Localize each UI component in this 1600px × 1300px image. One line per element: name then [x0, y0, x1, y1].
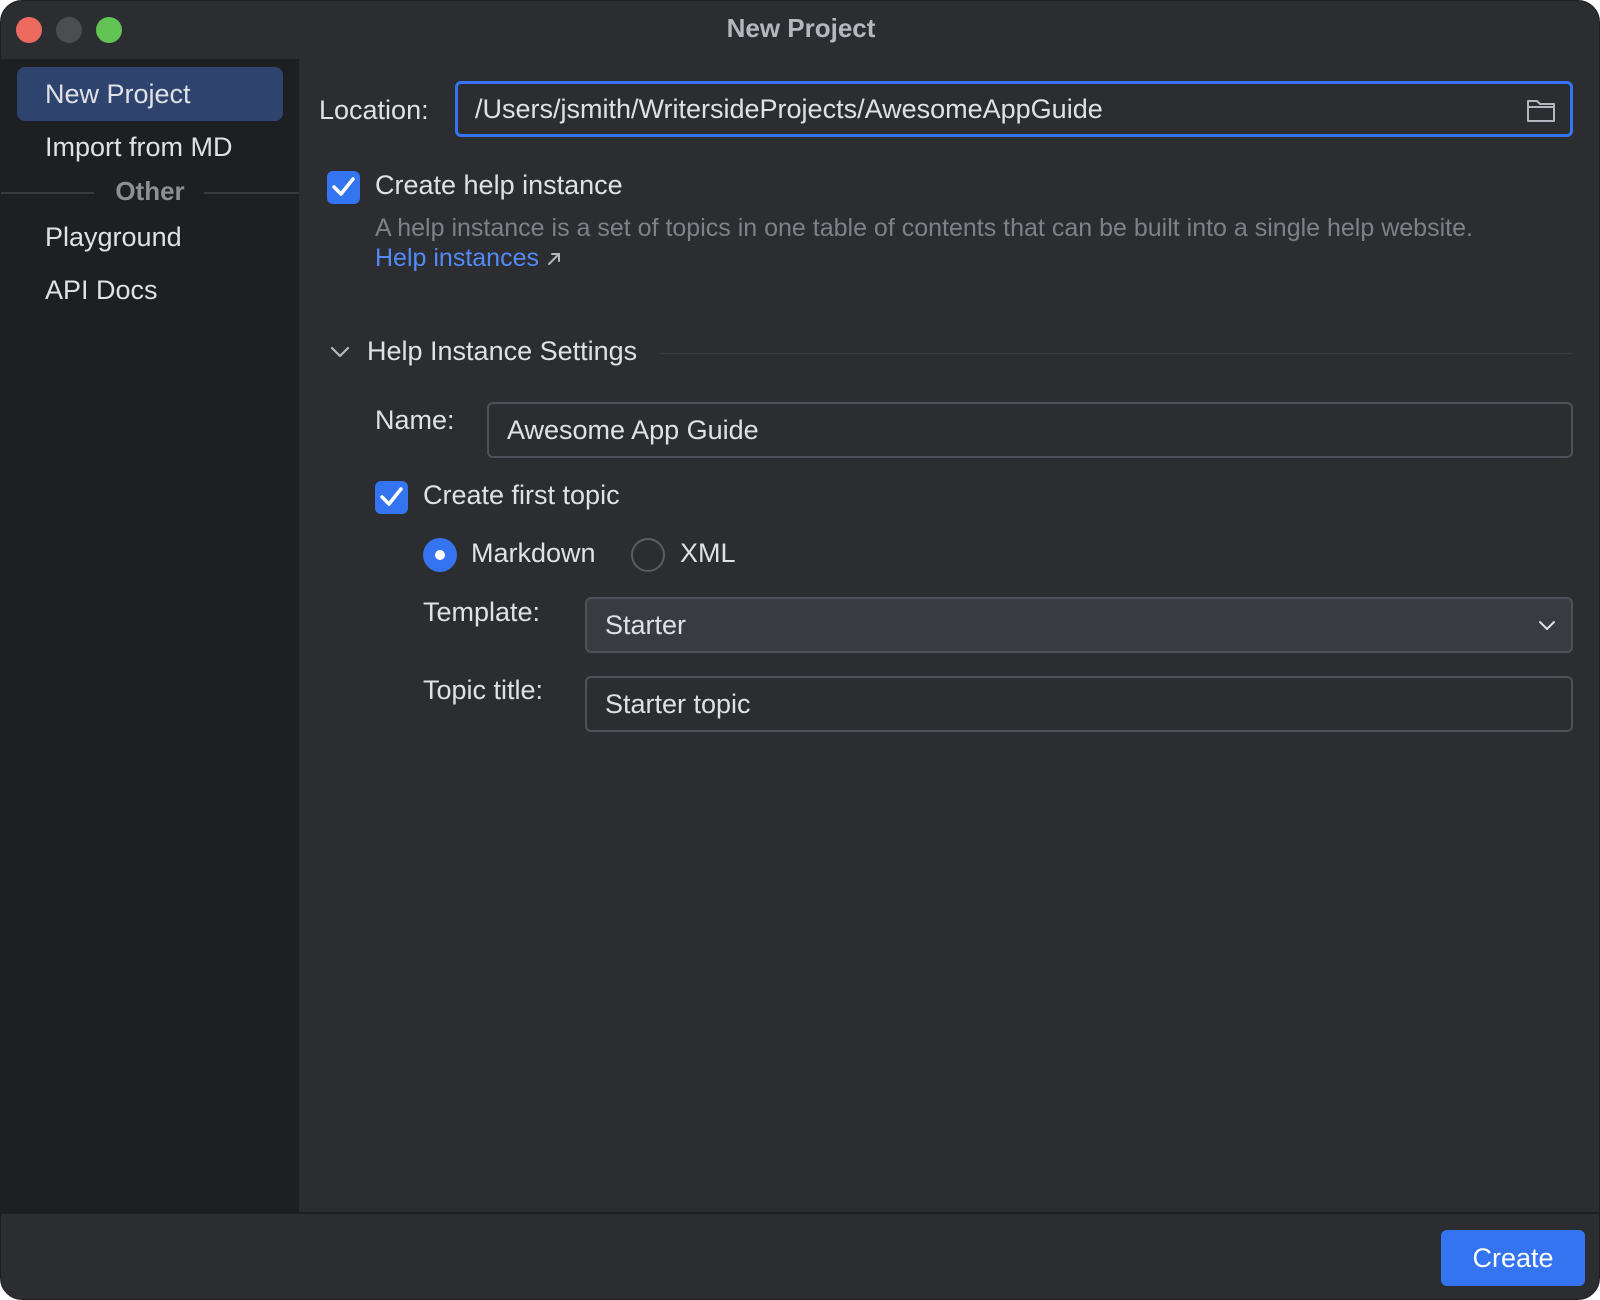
main-panel: Location: /Users/jsmith/WritersideProjec… [299, 59, 1599, 1212]
sidebar-item-import-from-md[interactable]: Import from MD [17, 120, 283, 174]
location-field[interactable]: /Users/jsmith/WritersideProjects/Awesome… [455, 81, 1573, 137]
help-instance-description: A help instance is a set of topics in on… [375, 213, 1475, 273]
topic-title-label: Topic title: [423, 675, 544, 705]
new-project-dialog: New Project New Project Import from MD O… [0, 0, 1600, 1300]
divider [204, 192, 299, 194]
create-help-instance-checkbox[interactable] [327, 171, 360, 204]
create-button[interactable]: Create [1441, 1230, 1585, 1286]
title-bar: New Project [1, 1, 1599, 59]
location-label: Location: [319, 95, 429, 125]
footer: Create [1, 1214, 1599, 1299]
sidebar-item-api-docs[interactable]: API Docs [17, 263, 283, 317]
folder-icon[interactable] [1526, 97, 1556, 123]
section-divider [659, 353, 1573, 354]
sidebar: New Project Import from MD Other Playgro… [1, 59, 299, 1212]
window-title: New Project [726, 13, 876, 43]
description-text: A help instance is a set of topics in on… [375, 214, 1473, 242]
sidebar-item-new-project[interactable]: New Project [17, 67, 283, 121]
sidebar-item-playground[interactable]: Playground [17, 210, 283, 264]
markdown-radio[interactable] [423, 538, 457, 572]
help-instance-settings-header[interactable]: Help Instance Settings [367, 336, 637, 367]
xml-radio[interactable] [631, 538, 665, 572]
sidebar-group-other: Other [1, 172, 299, 212]
checkmark-icon [380, 487, 403, 506]
name-label: Name: [375, 405, 455, 435]
template-dropdown[interactable]: Starter [585, 597, 1573, 653]
chevron-down-icon[interactable] [329, 344, 351, 360]
create-help-instance-label: Create help instance [375, 170, 623, 200]
topic-title-field[interactable]: Starter topic [585, 676, 1573, 732]
help-instances-link[interactable]: Help instances [375, 244, 539, 272]
create-first-topic-label: Create first topic [423, 480, 620, 510]
chevron-down-icon [1539, 621, 1555, 630]
template-selected-value: Starter [605, 610, 687, 640]
external-link-icon [547, 253, 560, 265]
name-field[interactable]: Awesome App Guide [487, 402, 1573, 458]
markdown-label: Markdown [471, 538, 596, 568]
checkmark-icon [332, 177, 355, 196]
template-label: Template: [423, 597, 541, 627]
xml-label: XML [680, 538, 736, 568]
location-value: /Users/jsmith/WritersideProjects/Awesome… [475, 94, 1103, 124]
create-first-topic-checkbox[interactable] [375, 481, 408, 514]
